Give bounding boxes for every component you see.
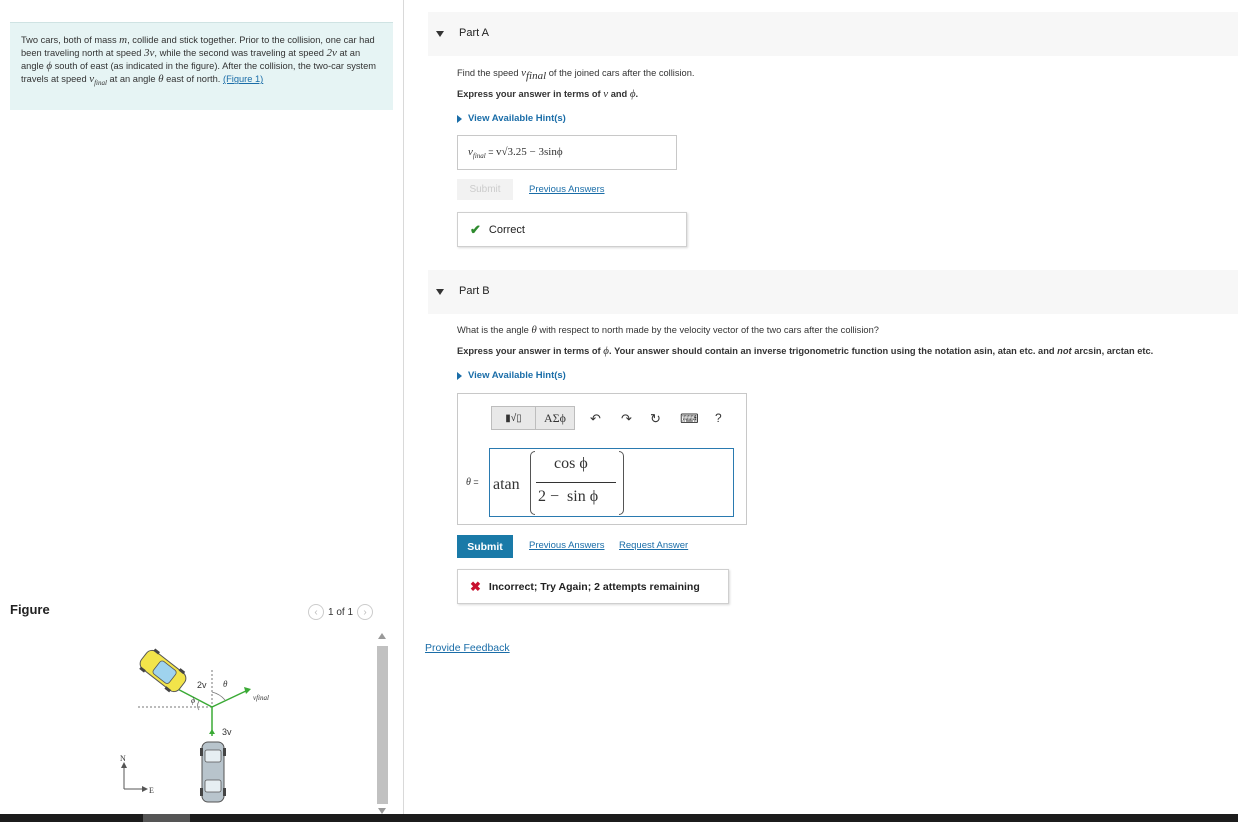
part-a-instructions: Express your answer in terms of v and ϕ.: [457, 88, 639, 100]
label-theta: θ: [223, 679, 228, 689]
part-b-label: Part B: [459, 285, 490, 297]
part-a-answer-display: vfinal = v√3.25 − 3sinϕ: [457, 135, 677, 170]
next-figure-button[interactable]: ›: [357, 604, 374, 620]
left-panel: Two cars, both of mass m, collide and st…: [0, 0, 403, 814]
label-2v: 2v: [197, 680, 207, 690]
prev-figure-button[interactable]: ‹: [308, 604, 324, 620]
label-3v: 3v: [222, 727, 232, 737]
compass-east-arrow: [142, 786, 148, 792]
part-a-previous-answers-link[interactable]: Previous Answers: [529, 184, 605, 195]
figure-pager: ‹ 1 of 1 ›: [308, 603, 374, 621]
provide-feedback-link[interactable]: Provide Feedback: [425, 642, 510, 654]
part-b-feedback: ✖ Incorrect; Try Again; 2 attempts remai…: [457, 569, 729, 604]
request-answer-link[interactable]: Request Answer: [619, 540, 688, 551]
atan-function: atan: [493, 476, 520, 493]
arrow-3v: [209, 729, 215, 734]
car-yellow: [139, 648, 187, 693]
part-a-answer-value: v√3.25 − 3sinϕ: [496, 146, 563, 158]
part-a-feedback: ✔ Correct: [457, 212, 687, 247]
scroll-up-icon[interactable]: [378, 633, 386, 639]
compass-n-label: N: [120, 754, 126, 763]
math-editor: ▮√▯ ΑΣϕ ↶ ↷ ↻ ⌨ ? atan cos ϕ 2 − sin ϕ: [457, 393, 747, 525]
expand-triangle-icon: [457, 114, 462, 123]
expand-triangle-icon: [457, 371, 462, 380]
cross-icon: ✖: [470, 578, 481, 594]
theta-equals-label: θ =: [466, 477, 479, 488]
part-b-submit-button[interactable]: Submit: [457, 535, 513, 558]
fraction-numerator: cos ϕ: [554, 455, 588, 472]
figure-scrollbar[interactable]: [376, 630, 389, 814]
right-paren: [619, 451, 624, 515]
part-a-label: Part A: [459, 27, 489, 39]
fraction-bar: [536, 482, 616, 483]
pager-text: 1 of 1: [328, 606, 354, 618]
part-b-header[interactable]: Part B: [428, 270, 1238, 314]
car-gray: [200, 741, 226, 803]
help-icon[interactable]: ?: [715, 411, 722, 425]
part-b-instructions: Express your answer in terms of ϕ. Your …: [457, 345, 1154, 357]
compass-e-label: E: [149, 786, 154, 795]
collapse-triangle-icon[interactable]: [436, 31, 444, 37]
templates-button[interactable]: ▮√▯: [491, 406, 536, 430]
horizontal-scroll-thumb[interactable]: [143, 814, 190, 822]
vector-vfinal: [211, 689, 249, 708]
reset-icon[interactable]: ↻: [650, 411, 661, 427]
theta-arc: [211, 691, 226, 701]
collapse-triangle-icon[interactable]: [436, 289, 444, 295]
part-a-question: Find the speed vfinal of the joined cars…: [457, 67, 695, 82]
part-a-hint-link[interactable]: View Available Hint(s): [457, 113, 566, 124]
left-paren: [530, 451, 535, 515]
part-b-question: What is the angle θ with respect to nort…: [457, 324, 879, 336]
label-phi: ϕ: [191, 696, 195, 705]
check-icon: ✔: [470, 221, 481, 237]
redo-icon[interactable]: ↷: [621, 411, 632, 427]
undo-icon[interactable]: ↶: [590, 411, 601, 427]
phi-arc: [197, 700, 200, 711]
part-a-header[interactable]: Part A: [428, 12, 1238, 56]
symbols-button[interactable]: ΑΣϕ: [535, 406, 575, 430]
part-b-previous-answers-link[interactable]: Previous Answers: [529, 540, 605, 551]
part-a-submit-button[interactable]: Submit: [457, 179, 513, 200]
part-b-hint-link[interactable]: View Available Hint(s): [457, 370, 566, 381]
scroll-thumb[interactable]: [377, 646, 388, 804]
label-vfinal: vfinal: [253, 694, 269, 702]
figure-link[interactable]: (Figure 1): [223, 74, 263, 84]
collision-figure: 2v θ ϕ vfinal 3v N E: [120, 648, 269, 803]
figure-title: Figure: [10, 602, 50, 617]
answer-input[interactable]: atan cos ϕ 2 − sin ϕ: [489, 448, 734, 517]
fraction-denominator: 2 − sin ϕ: [538, 488, 599, 505]
panel-divider: [403, 0, 404, 814]
problem-statement: Two cars, both of mass m, collide and st…: [10, 22, 393, 110]
keyboard-icon[interactable]: ⌨: [680, 411, 699, 427]
arrow-vfinal: [244, 687, 251, 694]
